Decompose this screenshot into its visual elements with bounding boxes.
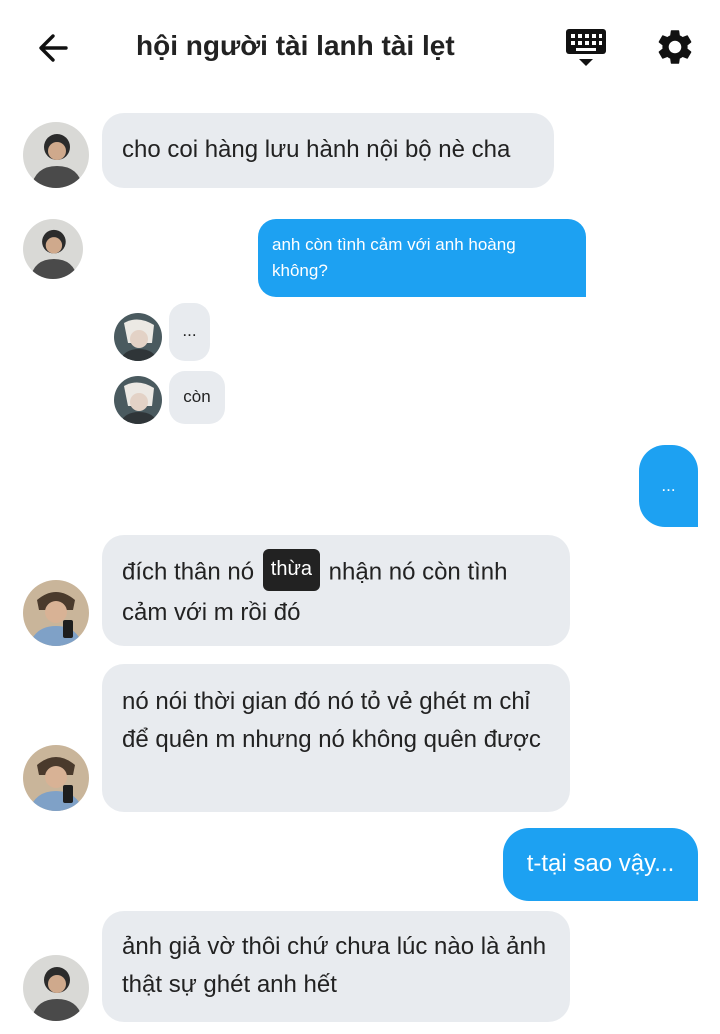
avatar[interactable] [23, 955, 89, 1021]
translation-tooltip[interactable]: thừa [262, 549, 320, 591]
message-bubble-outgoing[interactable]: ... [639, 445, 698, 527]
message-bubble-outgoing[interactable]: anh còn tình cảm với anh hoàng không? [258, 219, 586, 297]
back-button[interactable] [34, 28, 74, 68]
message-text: còn [183, 387, 211, 406]
message-text: anh còn tình cảm với anh hoàng không? [272, 235, 516, 280]
message-bubble[interactable]: ảnh giả vờ thôi chứ chưa lúc nào là ảnh … [102, 911, 570, 1022]
message-bubble-outgoing[interactable]: t-tại sao vậy... [503, 828, 698, 901]
avatar[interactable] [114, 313, 162, 361]
keyboard-button[interactable] [564, 26, 608, 70]
gear-icon [658, 30, 692, 64]
keyboard-icon [566, 29, 606, 66]
chat-header: hội người tài lanh tài lẹt [0, 0, 720, 96]
arrow-left-icon [39, 34, 68, 62]
message-text: cho coi hàng lưu hành nội bộ nè cha [122, 136, 511, 163]
message-bubble[interactable]: nó nói thời gian đó nó tỏ vẻ ghét m chỉ … [102, 664, 570, 812]
avatar[interactable] [23, 219, 83, 279]
message-text: ... [661, 476, 676, 495]
avatar[interactable] [23, 580, 89, 646]
chat-title: hội người tài lanh tài lẹt [136, 30, 455, 61]
message-text: ảnh giả vờ thôi chứ chưa lúc nào là ảnh … [122, 933, 547, 998]
message-text: t-tại sao vậy... [526, 850, 675, 877]
message-bubble[interactable]: cho coi hàng lưu hành nội bộ nè cha [102, 113, 554, 188]
avatar[interactable] [114, 376, 162, 424]
message-bubble[interactable]: đích thân nó thừa nhận nó còn tình cảm v… [102, 535, 570, 646]
message-bubble[interactable]: ... [169, 303, 210, 361]
message-text: nó nói thời gian đó nó tỏ vẻ ghét m chỉ … [122, 688, 541, 753]
settings-button[interactable] [654, 26, 696, 68]
message-text-part: đích thân nó [122, 558, 255, 586]
message-bubble[interactable]: còn [169, 371, 225, 424]
avatar[interactable] [23, 122, 89, 188]
avatar[interactable] [23, 745, 89, 811]
message-text: ... [182, 321, 197, 340]
